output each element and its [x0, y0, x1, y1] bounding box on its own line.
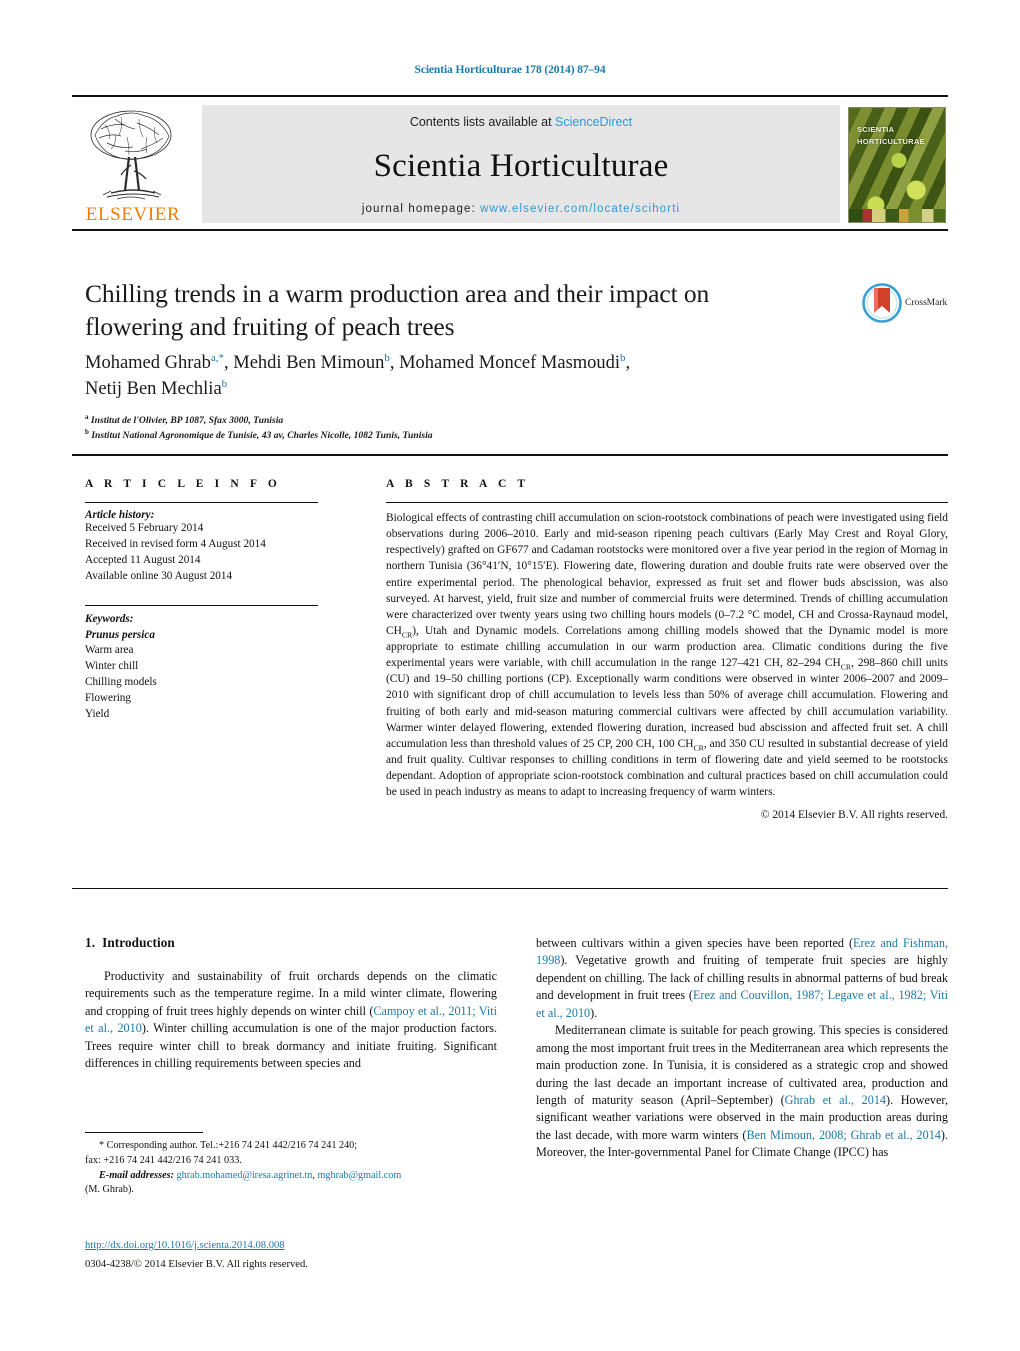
footnote-rule — [85, 1132, 203, 1133]
body-column-right: between cultivars within a given species… — [536, 935, 948, 1162]
journal-homepage-link[interactable]: www.elsevier.com/locate/scihorti — [480, 203, 680, 215]
email-label: E-mail addresses: — [99, 1169, 174, 1181]
cover-color-strip — [849, 209, 945, 222]
article-history-label: Article history: — [85, 509, 155, 521]
contents-list-line: Contents lists available at ScienceDirec… — [410, 115, 632, 129]
author-comma: , — [625, 353, 631, 373]
cover-title-line2: HORTICULTURAE — [857, 136, 925, 146]
email-author-name: (M. Ghrab). — [85, 1184, 134, 1196]
abstract-sub-2: CR — [840, 662, 852, 672]
contents-prefix: Contents lists available at — [409, 115, 556, 129]
abstract-rule — [386, 502, 948, 503]
crossmark-badge[interactable]: CrossMark — [862, 283, 962, 323]
elsevier-tree-icon — [90, 110, 172, 200]
doi-link[interactable]: http://dx.doi.org/10.1016/j.scienta.2014… — [85, 1238, 497, 1254]
body-column-left: 1. Introduction Productivity and sustaina… — [85, 935, 497, 1073]
footnote-block: * Corresponding author. Tel.:+216 74 241… — [85, 1132, 497, 1198]
author-1-affil-marker[interactable]: a,* — [211, 352, 224, 364]
cover-title-overlay: SCIENTIA HORTICULTURAE — [857, 124, 925, 147]
keyword-item-2: Winter chill — [85, 660, 139, 673]
cover-title-line1: SCIENTIA — [857, 125, 895, 134]
divider-below-abstract — [72, 888, 948, 889]
keyword-item-0: Prunus persica — [85, 628, 155, 641]
intro-paragraph-2: Mediterranean climate is suitable for pe… — [536, 1022, 948, 1162]
elsevier-logo: ELSEVIER — [72, 101, 194, 229]
section-number: 1. — [85, 935, 96, 950]
author-4-affil-marker[interactable]: b — [222, 378, 228, 390]
doi-block: http://dx.doi.org/10.1016/j.scienta.2014… — [85, 1238, 497, 1273]
keywords-rule — [85, 604, 318, 606]
paper-page: Scientia Horticulturae 178 (2014) 87–94 — [0, 0, 1020, 1351]
email-link-1[interactable]: ghrab.mohamed@iresa.agrinet.tn — [177, 1170, 313, 1181]
citation-ghrab-2014[interactable]: Ghrab et al., 2014 — [785, 1093, 886, 1107]
issn-copyright-line: 0304-4238/© 2014 Elsevier B.V. All right… — [85, 1258, 308, 1270]
journal-homepage-line: journal homepage: www.elsevier.com/locat… — [362, 203, 680, 215]
journal-masthead: ELSEVIER Contents lists available at Sci… — [72, 95, 948, 231]
intro-paragraph-1-cont: between cultivars within a given species… — [536, 935, 948, 1022]
crossmark-icon[interactable] — [862, 283, 902, 323]
elsevier-wordmark: ELSEVIER — [85, 204, 181, 225]
abstract-heading: A B S T R A C T — [386, 478, 530, 490]
intro-paragraph-1: Productivity and sustainability of fruit… — [85, 968, 497, 1073]
abstract-copyright: © 2014 Elsevier B.V. All rights reserved… — [760, 809, 948, 822]
masthead-center-panel: Contents lists available at ScienceDirec… — [202, 105, 840, 223]
article-history-online: Available online 30 August 2014 — [85, 569, 233, 582]
keywords-label: Keywords: — [85, 612, 134, 625]
keyword-item-5: Yield — [85, 708, 110, 721]
author-4: Netij Ben Mechlia — [85, 379, 222, 400]
article-history-received: Received 5 February 2014 — [85, 522, 204, 534]
corresponding-author-note: * Corresponding author. Tel.:+216 74 241… — [85, 1139, 497, 1154]
citation-benmimoun-ghrab[interactable]: Ben Mimoun, 2008; Ghrab et al., 2014 — [746, 1128, 940, 1142]
keyword-item-4: Flowering — [85, 692, 131, 705]
author-1: Mohamed Ghrab — [85, 353, 211, 373]
journal-title: Scientia Horticulturae — [373, 147, 669, 184]
affiliation-a: a Institut de l'Olivier, BP 1087, Sfax 3… — [85, 412, 825, 429]
article-info-block: A R T I C L E I N F O Article history: R… — [85, 478, 335, 723]
author-2: , Mehdi Ben Mimoun — [224, 353, 385, 373]
sciencedirect-link[interactable]: ScienceDirect — [555, 115, 632, 129]
section-title: Introduction — [102, 935, 175, 950]
affiliation-a-marker: a — [85, 412, 89, 421]
running-head: Scientia Horticulturae 178 (2014) 87–94 — [414, 64, 606, 76]
intro-p1-post: ). Winter chilling accumulation is one o… — [85, 1021, 497, 1071]
abstract-block: A B S T R A C T Biological effects of co… — [386, 478, 948, 821]
abstract-sub-1: CR — [401, 630, 413, 640]
abstract-sub-3: CR — [693, 743, 704, 753]
corresponding-author-text: Corresponding author. Tel.:+216 74 241 4… — [106, 1140, 358, 1151]
page-title: Chilling trends in a warm production are… — [85, 279, 710, 341]
affiliation-b-text: Institut National Agronomique de Tunisie… — [91, 429, 433, 441]
keyword-item-3: Chilling models — [85, 676, 157, 689]
abstract-text: Biological effects of contrasting chill … — [386, 510, 948, 800]
keyword-item-1: Warm area — [85, 644, 134, 657]
abstract-part-1: Biological effects of contrasting chill … — [386, 512, 948, 637]
affiliation-b: b Institut National Agronomique de Tunis… — [85, 427, 825, 444]
affiliations: a Institut de l'Olivier, BP 1087, Sfax 3… — [85, 412, 825, 444]
article-history-accepted: Accepted 11 August 2014 — [85, 553, 201, 566]
corresponding-star: * — [99, 1140, 105, 1151]
article-info-rule — [85, 502, 318, 503]
homepage-prefix: journal homepage: — [361, 203, 481, 215]
fax-line: fax: +216 74 241 442/216 74 241 033. — [85, 1154, 242, 1166]
author-list: Mohamed Ghraba,*, Mehdi Ben Mimoun b , Moh… — [85, 350, 825, 403]
article-info-heading: A R T I C L E I N F O — [85, 478, 281, 490]
email-link-2[interactable]: mghrab@gmail.com — [317, 1170, 401, 1181]
crossmark-label: CrossMark — [905, 298, 948, 308]
section-heading-introduction: 1. Introduction — [85, 935, 497, 951]
intro-p1c-pre: between cultivars within a given species… — [536, 936, 854, 950]
email-note: E-mail addresses: ghrab.mohamed@iresa.ag… — [85, 1169, 497, 1184]
author-3: , Mohamed Moncef Masmoudi — [389, 353, 621, 373]
affiliation-a-text: Institut de l'Olivier, BP 1087, Sfax 300… — [90, 415, 284, 426]
article-history-revised: Received in revised form 4 August 2014 — [85, 537, 266, 550]
affiliation-b-marker: b — [85, 427, 89, 436]
journal-cover-thumbnail: SCIENTIA HORTICULTURAE — [848, 107, 946, 223]
divider-above-abstract — [72, 454, 948, 456]
intro-p1c-post: ). — [590, 1005, 598, 1020]
abstract-part-3: , 298–860 chill units (CU) and 19–50 chi… — [386, 657, 948, 750]
